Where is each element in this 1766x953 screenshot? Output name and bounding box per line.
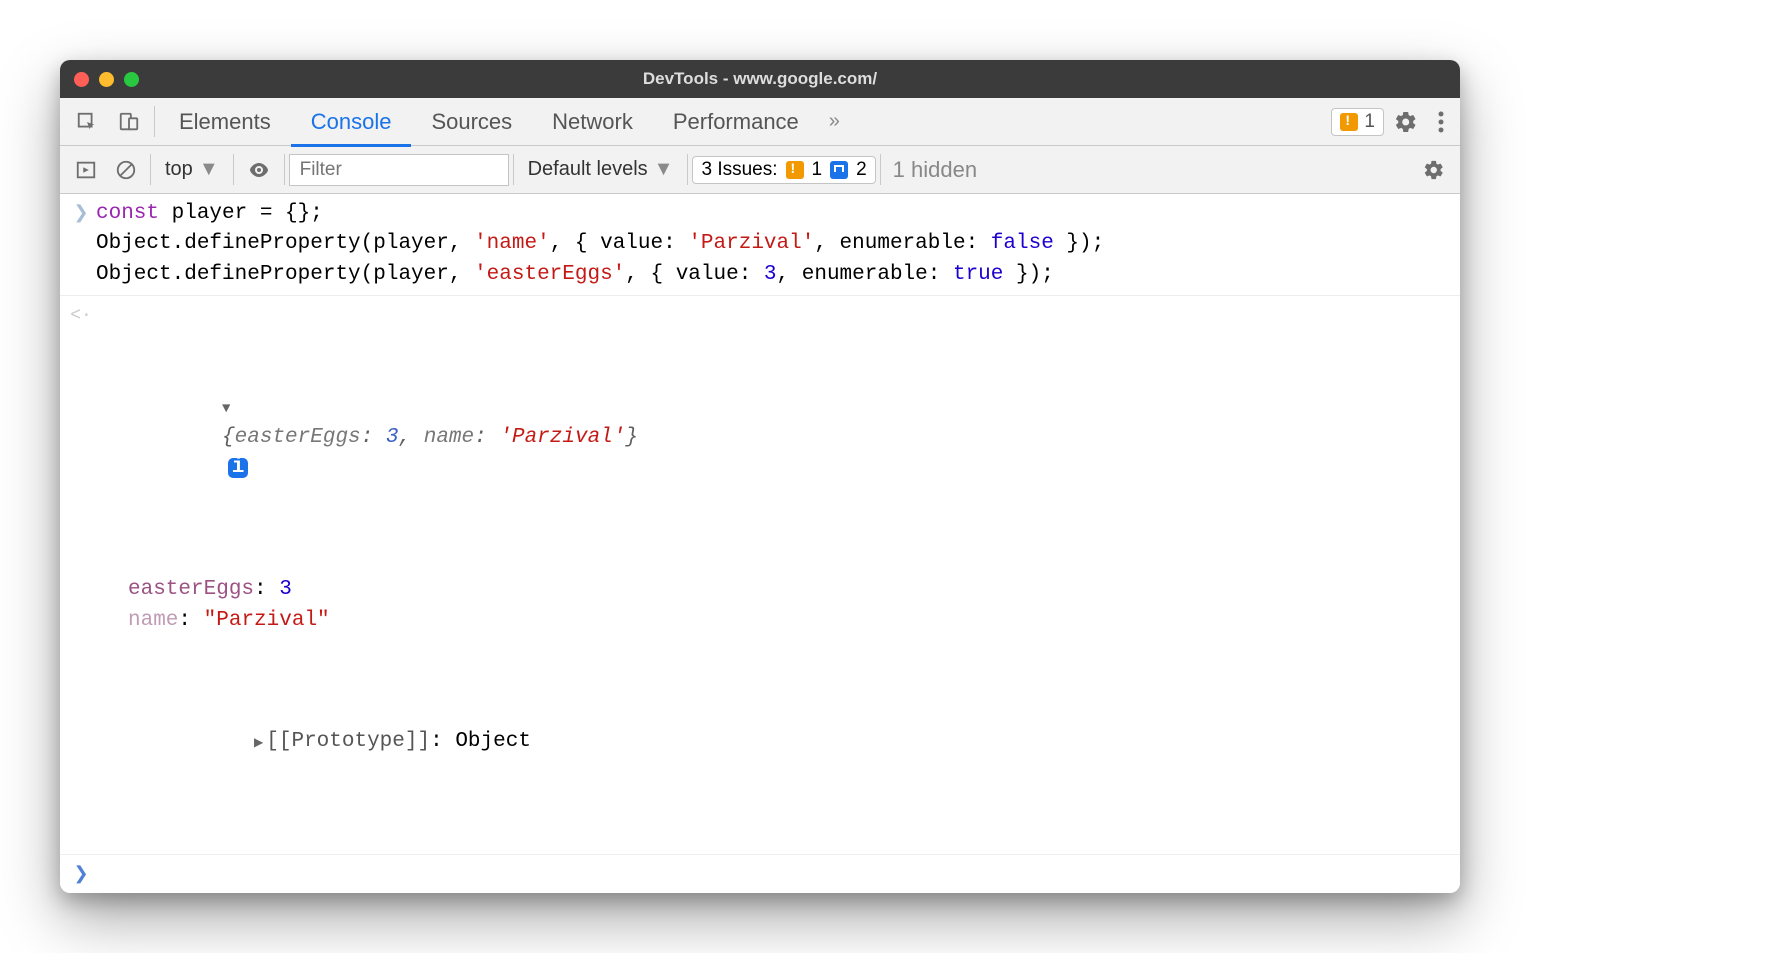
expand-triangle-icon[interactable]: ▶: [254, 736, 263, 750]
divider: [687, 154, 688, 185]
prompt-icon: ❯: [66, 860, 96, 888]
divider: [150, 154, 151, 185]
window-title: DevTools - www.google.com/: [60, 69, 1460, 89]
tab-elements[interactable]: Elements: [159, 100, 291, 147]
top-warn-count: 1: [1364, 111, 1375, 133]
tab-sources[interactable]: Sources: [411, 100, 532, 147]
toggle-drawer-icon[interactable]: [66, 146, 106, 193]
settings-icon[interactable]: [1384, 98, 1428, 145]
execution-context-dropdown[interactable]: top ▼: [155, 158, 229, 181]
object-summary: {easterEggs: 3, name: 'Parzival'}: [222, 426, 638, 449]
warning-icon: [786, 161, 804, 179]
inspect-element-icon[interactable]: [66, 98, 108, 145]
console-toolbar: top ▼ Default levels ▼ 3 Issues: 1 2 1 h…: [60, 146, 1460, 194]
traffic-lights: [74, 72, 139, 87]
issues-summary[interactable]: 3 Issues: 1 2: [692, 156, 875, 184]
divider: [233, 154, 234, 185]
top-issues-badge[interactable]: 1: [1331, 108, 1384, 136]
close-window-button[interactable]: [74, 72, 89, 87]
tabs-bar: Elements Console Sources Network Perform…: [60, 98, 1460, 146]
info-chip-icon[interactable]: i: [228, 458, 248, 478]
levels-label: Default levels: [528, 158, 648, 181]
object-summary-line[interactable]: ▼ {easterEggs: 3, name: 'Parzival'} i: [96, 362, 1460, 514]
console-settings-icon[interactable]: [1414, 146, 1454, 193]
device-toggle-icon[interactable]: [108, 98, 150, 145]
info-icon: [830, 161, 848, 179]
maximize-window-button[interactable]: [124, 72, 139, 87]
prototype-line[interactable]: ▶[[Prototype]]: Object: [96, 697, 1460, 788]
issues-label: 3 Issues:: [701, 159, 777, 181]
console-prompt-input[interactable]: [96, 860, 1460, 888]
object-property: name: "Parzival": [128, 606, 1460, 636]
input-prompt-icon: ❯: [66, 199, 96, 290]
divider: [513, 154, 514, 185]
collapse-triangle-icon[interactable]: ▼: [222, 401, 230, 417]
divider: [154, 106, 155, 137]
prototype-value: Object: [455, 730, 531, 753]
kebab-menu-icon[interactable]: [1428, 98, 1454, 145]
devtools-window: DevTools - www.google.com/ Elements Cons…: [60, 60, 1460, 893]
console-input-code[interactable]: const player = {};Object.defineProperty(…: [96, 199, 1460, 290]
minimize-window-button[interactable]: [99, 72, 114, 87]
title-bar: DevTools - www.google.com/: [60, 60, 1460, 98]
chevron-down-icon: ▼: [199, 158, 219, 181]
console-prompt-row[interactable]: ❯: [60, 855, 1460, 893]
tab-performance[interactable]: Performance: [653, 100, 819, 147]
console-output-content: ▼ {easterEggs: 3, name: 'Parzival'} i ea…: [96, 301, 1460, 849]
chevron-down-icon: ▼: [654, 158, 674, 181]
divider: [284, 154, 285, 185]
warning-icon: [1340, 113, 1358, 131]
object-property: easterEggs: 3: [128, 575, 1460, 605]
console-output-row: <· ▼ {easterEggs: 3, name: 'Parzival'} i…: [60, 296, 1460, 855]
issues-warn-count: 1: [812, 159, 823, 181]
tab-console[interactable]: Console: [291, 100, 412, 147]
filter-input[interactable]: [289, 154, 509, 186]
divider: [880, 154, 881, 185]
clear-console-icon[interactable]: [106, 146, 146, 193]
object-properties: easterEggs: 3name: "Parzival": [96, 575, 1460, 636]
context-label: top: [165, 158, 193, 181]
hidden-count: 1 hidden: [885, 157, 985, 183]
more-tabs-icon[interactable]: »: [819, 98, 850, 145]
tab-network[interactable]: Network: [532, 100, 653, 147]
output-marker-icon: <·: [66, 301, 96, 849]
console-input-row: ❯ const player = {};Object.definePropert…: [60, 194, 1460, 296]
console-body: ❯ const player = {};Object.definePropert…: [60, 194, 1460, 893]
live-expression-icon[interactable]: [238, 146, 280, 193]
issues-info-count: 2: [856, 159, 867, 181]
log-levels-dropdown[interactable]: Default levels ▼: [518, 158, 684, 181]
